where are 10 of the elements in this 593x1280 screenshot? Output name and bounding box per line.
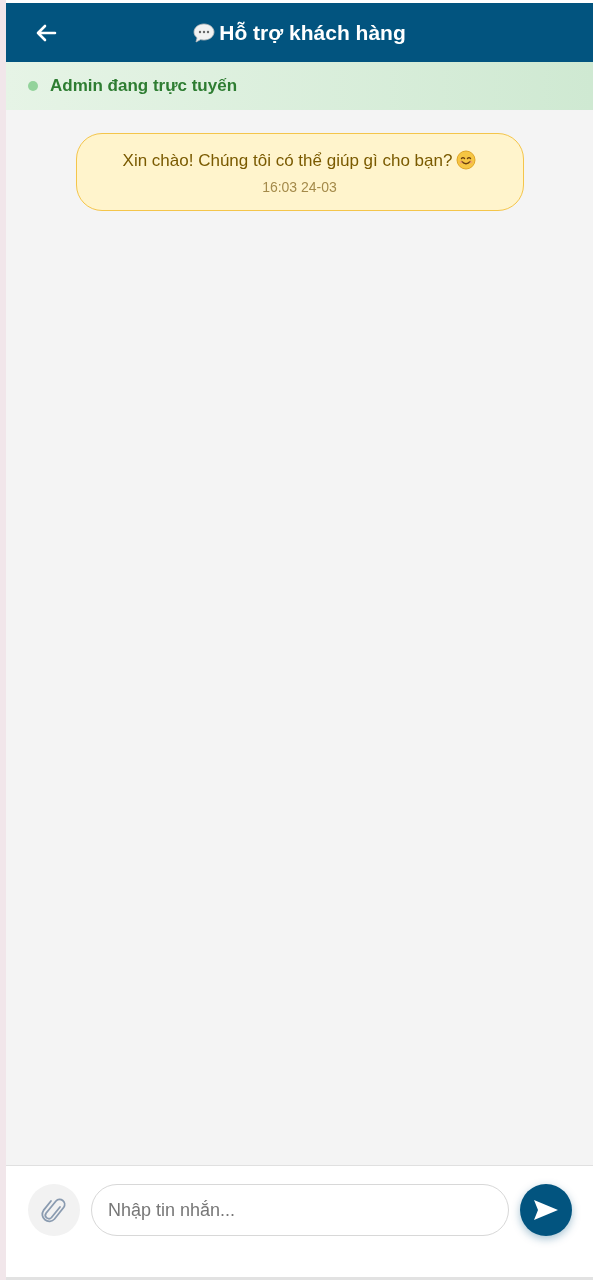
- send-icon: [533, 1199, 559, 1221]
- message-input[interactable]: Nhập tin nhắn...: [91, 1184, 509, 1236]
- send-button[interactable]: [520, 1184, 572, 1236]
- message-text: Xin chào! Chúng tôi có thể giúp gì cho bạn?: [122, 149, 477, 173]
- back-arrow-icon: [35, 24, 57, 42]
- status-text: Admin đang trực tuyến: [50, 75, 238, 98]
- message-time: 16:03 24-03: [262, 178, 337, 197]
- header-title: Hỗ trợ khách hàng: [219, 19, 406, 46]
- attach-button[interactable]: [28, 1184, 80, 1236]
- speech-bubble-icon: [193, 22, 216, 43]
